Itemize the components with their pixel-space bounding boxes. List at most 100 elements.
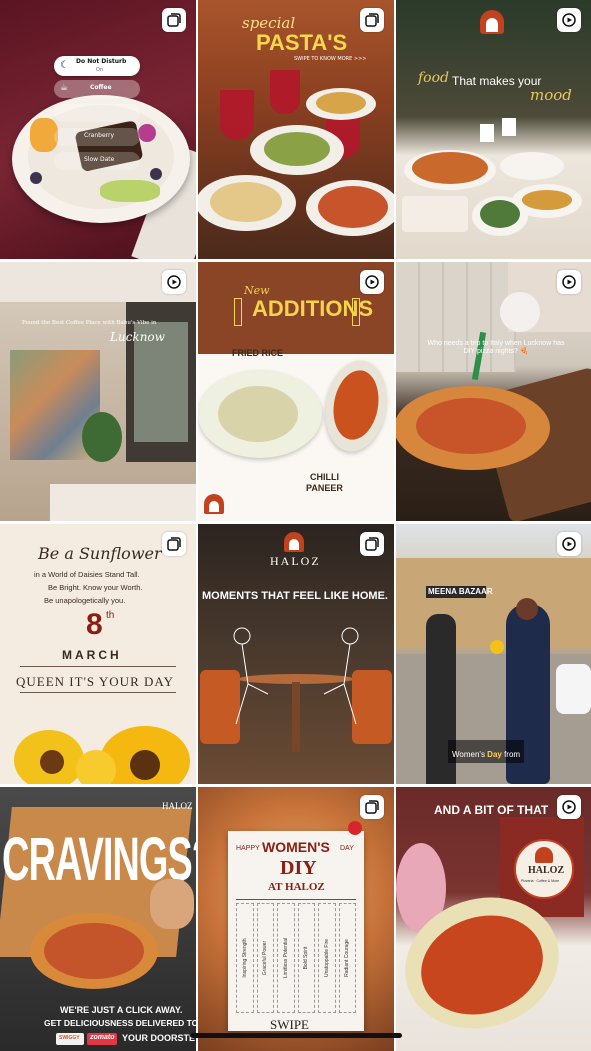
blueberry [150,168,162,180]
tag-text: Radiant Courage [344,939,351,977]
wine-glass [270,70,300,114]
pasta-title: PASTA'S [256,30,348,55]
post-tile-be-a-sunflower[interactable]: Be a Sunflower in a World of Daisies Sta… [0,524,196,784]
reel-icon [557,532,581,556]
pizza-topping [44,923,144,979]
diy-headline: WOMEN'S [262,839,330,855]
post-tile-diy-pizza[interactable]: Who needs a trip to Italy when Lucknow h… [396,262,591,521]
bracket-left [234,298,242,326]
diy-pizza-caption: Who needs a trip to Italy when Lucknow h… [427,340,565,355]
post-tile-moments-like-home[interactable]: HALOZ MOMENTS THAT FEEL LIKE HOME. [198,524,394,784]
reel-icon [360,270,384,294]
sunflower-line3: Be unapologetically you. [44,596,126,605]
pizza-topping [416,398,526,454]
post-tile-special-pastas[interactable]: special PASTA'S SWIPE TO KNOW MORE >>> [198,0,394,259]
tiled-wall [396,262,516,372]
blueberry [30,172,42,184]
additions-heading: ADDITIONS [252,296,373,321]
gloved-hand [500,292,540,332]
focus-menu-dnd: ☾ Do Not Disturb On [54,56,140,76]
focus-menu-coffee: ☕ Coffee [54,80,140,98]
fried-rice [218,386,298,442]
tear-tag: Graceful Power [256,903,274,1013]
pin [348,821,362,835]
carousel-icon [360,8,384,32]
reel-icon [557,795,581,819]
pasta-food [316,92,366,114]
carousel-icon [360,795,384,819]
bag-brand-sub: Pizzeria · Coffee & More [521,879,560,883]
tear-tag: Bold Spirit [297,903,315,1013]
swipe-hint: SWIPE TO KNOW MORE >>> [294,56,367,62]
swipe-footer: SWIPE [270,1017,309,1032]
post-tile-coffee-place[interactable]: Found the Best Coffee Place with Babu's … [0,262,196,521]
diy-small-pre: HAPPY [236,845,260,852]
sunflower-line1: in a World of Daisies Stand Tall. [34,570,140,579]
post-tile-dessert-plate[interactable]: ☾ Do Not Disturb On ☕ Coffee Cranberry S… [0,0,196,259]
wine-glass [220,90,254,140]
divider [20,692,176,693]
carousel-icon [162,8,186,32]
divider [20,666,176,667]
tear-tag: Radiant Courage [338,903,356,1013]
post-tile-womens-day-diy[interactable]: HAPPY WOMEN'S DAY DIY AT HALOZ Inspiring… [198,787,394,1051]
queen-tagline: QUEEN IT'S YOUR DAY [16,674,174,689]
coffee-icon: ☕ [60,83,69,93]
table-card [480,124,494,142]
pasta-food [210,182,282,222]
post-tile-and-a-bit-of-that[interactable]: AND A BIT OF THAT HALOZ Pizzeria · Coffe… [396,787,591,1051]
divider [236,899,356,900]
post-tile-new-additions[interactable]: New ADDITIONS FRIED RICE CHILLI PANEER [198,262,394,521]
bit-of-that-caption: AND A BIT OF THAT [434,803,549,817]
dnd-label: Do Not Disturb [76,58,127,65]
tag-text: Inspiring Strength [241,938,248,978]
zomato-badge: zomato [87,1033,117,1045]
carousel-icon [162,532,186,556]
table-card [502,118,516,136]
sunflower [490,640,504,654]
profile-post-grid: ☾ Do Not Disturb On ☕ Coffee Cranberry S… [0,0,591,1051]
car [556,664,591,714]
moments-caption: MOMENTS THAT FEEL LIKE HOME. [202,590,388,602]
slowdate-label: Slow Date [84,156,115,163]
tagline-end: mood [530,86,572,104]
sketch-couple [233,627,359,725]
coffee-caption: Found the Best Coffee Place with Babu's … [22,320,157,326]
haloz-logo-icon [204,494,224,514]
dish-food [522,190,572,210]
diy-card: HAPPY WOMEN'S DAY DIY AT HALOZ Inspiring… [228,831,364,1032]
focus-menu-slowdate: Slow Date [54,152,140,170]
caption-post: from [501,750,521,759]
sunflower-image [0,720,196,784]
diy-at-haloz: AT HALOZ [268,881,325,893]
home-indicator[interactable] [190,1033,402,1038]
post-tile-cravings[interactable]: CRAVINGS? HALOZ WE'RE JUST A CLICK AWAY.… [0,787,196,1051]
tag-text: Graceful Power [262,940,269,976]
cravings-line2: GET DELICIOUSNESS DELIVERED TO [44,1018,196,1028]
post-tile-womens-day-street[interactable]: MEENA BAZAAR Women's Day from [396,524,591,784]
date-day: 8 [86,608,103,641]
flower-garnish [138,124,156,142]
haloz-bag-badge: HALOZ Pizzeria · Coffee & More [514,839,574,899]
cravings-line1: WE'RE JUST A CLICK AWAY. [60,1005,183,1015]
tear-tag: Limitless Potential [277,903,295,1013]
tear-tag: Inspiring Strength [236,903,254,1013]
tagline-mid: That makes your [452,74,542,88]
haloz-brand: HALOZ [270,554,321,568]
tag-text: Limitless Potential [282,937,289,979]
haloz-logo-icon [535,847,553,863]
platter [402,196,468,232]
shop-sign-text: MEENA BAZAAR [428,587,493,596]
focus-menu-row3 [54,104,140,122]
dish1-label: FRIED RICE [232,348,284,358]
dish-plate [500,152,564,180]
cravings-line3: YOUR DOORSTE [122,1033,196,1043]
pasta-food [318,186,388,228]
pizza [412,152,488,184]
haloz-logo-icon [284,532,304,552]
date-month: MARCH [62,648,122,662]
kiwi-slice [100,180,160,202]
dish2-label-line1: CHILLI [310,472,339,482]
post-tile-food-mood[interactable]: food That makes your mood [396,0,591,259]
tear-off-tags: Inspiring Strength Graceful Power Limitl… [236,903,356,1013]
